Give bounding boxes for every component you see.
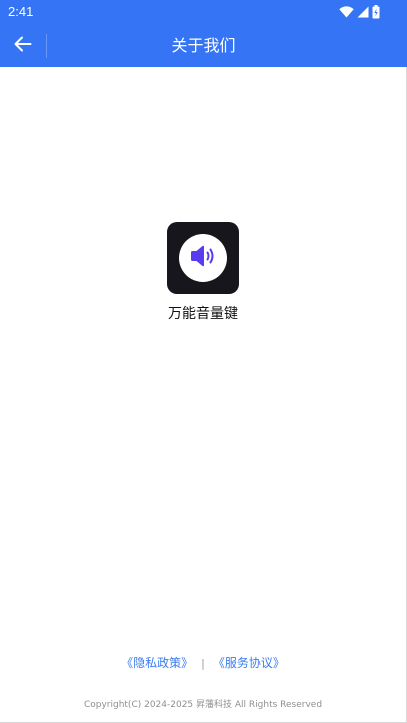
links-separator: | <box>201 657 205 670</box>
wifi-icon <box>339 6 354 18</box>
app-icon-badge <box>179 234 227 282</box>
privacy-policy-link[interactable]: 《隐私政策》 <box>121 656 193 670</box>
battery-icon <box>372 5 380 19</box>
app-info: 万能音量键 <box>0 222 406 323</box>
cell-signal-icon <box>357 6 369 18</box>
speaker-volume-icon <box>189 244 217 272</box>
app-name: 万能音量键 <box>168 306 238 322</box>
status-bar: 2:41 <box>0 0 407 24</box>
about-screen: 2:41 关于我们 万能音量键 《隐私政策》 | 《服务协议》 Copyrigh… <box>0 0 407 723</box>
terms-of-service-link[interactable]: 《服务协议》 <box>213 656 285 670</box>
legal-links: 《隐私政策》 | 《服务协议》 <box>0 654 406 671</box>
page-title: 关于我们 <box>171 36 236 55</box>
status-time: 2:41 <box>8 4 34 19</box>
app-bar: 关于我们 <box>0 24 407 67</box>
copyright-text: Copyright(C) 2024-2025 昇藩科技 All Rights R… <box>83 700 323 710</box>
status-icons <box>339 5 380 19</box>
app-icon <box>167 222 239 294</box>
